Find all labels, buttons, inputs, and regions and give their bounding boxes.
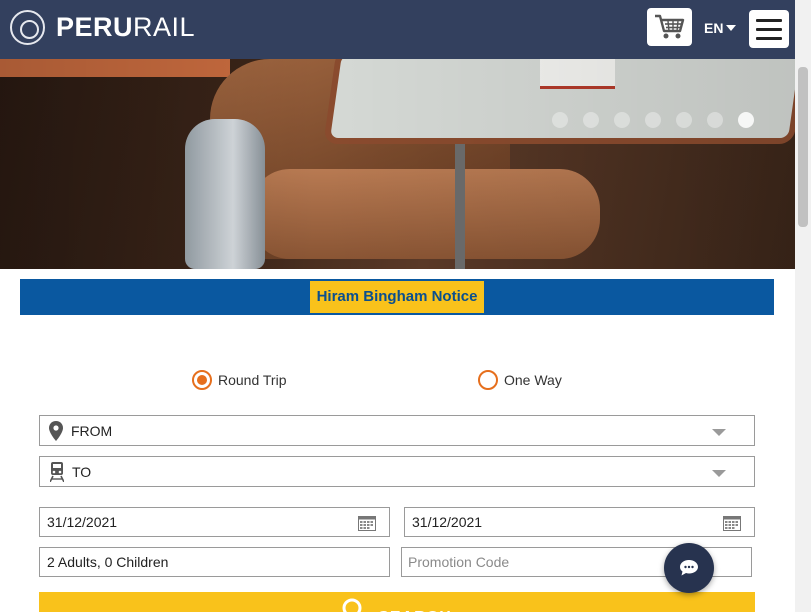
carousel-dot[interactable] bbox=[676, 112, 692, 128]
notice-button[interactable]: Hiram Bingham Notice bbox=[309, 281, 485, 313]
notice-bar: Hiram Bingham Notice bbox=[20, 279, 774, 315]
brand-light: RAIL bbox=[133, 12, 196, 42]
promotion-code-placeholder: Promotion Code bbox=[408, 554, 510, 570]
passengers-field[interactable]: 2 Adults, 0 Children bbox=[39, 547, 390, 577]
passengers-value: 2 Adults, 0 Children bbox=[47, 554, 169, 570]
carousel-dot[interactable] bbox=[645, 112, 661, 128]
chat-button[interactable] bbox=[664, 543, 714, 593]
train-icon bbox=[50, 461, 64, 482]
shopping-cart-icon bbox=[654, 14, 684, 39]
chat-bubble-icon bbox=[680, 560, 698, 576]
carousel-dot-active[interactable] bbox=[738, 112, 754, 128]
brand-name: PERURAIL bbox=[56, 12, 195, 43]
carousel-dot[interactable] bbox=[707, 112, 723, 128]
brand-bold: PERU bbox=[56, 12, 134, 42]
round-trip-label: Round Trip bbox=[218, 372, 287, 388]
hamburger-line bbox=[756, 18, 782, 22]
perurail-logo[interactable]: PERURAIL bbox=[10, 10, 195, 45]
page: PERURAIL EN Hiram Bingham Notice Round T… bbox=[0, 0, 811, 612]
calendar-icon[interactable] bbox=[723, 515, 741, 531]
hero-shade bbox=[0, 59, 795, 269]
caret-down-icon bbox=[726, 25, 737, 31]
return-date-value: 31/12/2021 bbox=[412, 514, 483, 530]
page-scrollbar[interactable] bbox=[795, 0, 811, 612]
language-selector[interactable]: EN bbox=[704, 20, 737, 36]
hamburger-line bbox=[756, 36, 782, 40]
one-way-label: One Way bbox=[504, 372, 562, 388]
scrollbar-thumb[interactable] bbox=[798, 67, 808, 227]
site-header: PERURAIL EN bbox=[0, 0, 795, 59]
location-pin-icon bbox=[49, 420, 63, 441]
radio-unchecked-icon[interactable] bbox=[478, 370, 498, 390]
carousel-dot[interactable] bbox=[614, 112, 630, 128]
search-button[interactable]: SEARCH bbox=[39, 592, 755, 612]
chevron-down-icon bbox=[712, 470, 726, 477]
from-label: FROM bbox=[71, 422, 113, 439]
return-date-field[interactable]: 31/12/2021 bbox=[404, 507, 755, 537]
carousel-dot[interactable] bbox=[583, 112, 599, 128]
chevron-down-icon bbox=[712, 429, 726, 436]
carousel-dot[interactable] bbox=[552, 112, 568, 128]
language-label: EN bbox=[704, 20, 724, 36]
hero-carousel bbox=[0, 59, 795, 269]
calendar-icon[interactable] bbox=[358, 515, 376, 531]
to-label: TO bbox=[72, 463, 92, 480]
seal-icon bbox=[10, 10, 45, 45]
cart-button[interactable] bbox=[647, 8, 692, 46]
to-select[interactable]: TO bbox=[39, 456, 755, 487]
radio-checked-icon[interactable] bbox=[192, 370, 212, 390]
from-select[interactable]: FROM bbox=[39, 415, 755, 446]
hamburger-line bbox=[756, 27, 782, 31]
carousel-dots bbox=[552, 112, 754, 128]
search-label: SEARCH bbox=[378, 598, 452, 612]
departure-date-value: 31/12/2021 bbox=[47, 514, 118, 530]
departure-date-field[interactable]: 31/12/2021 bbox=[39, 507, 390, 537]
one-way-option[interactable]: One Way bbox=[478, 370, 562, 390]
round-trip-option[interactable]: Round Trip bbox=[192, 370, 286, 390]
menu-button[interactable] bbox=[749, 10, 789, 48]
search-icon bbox=[342, 598, 362, 612]
